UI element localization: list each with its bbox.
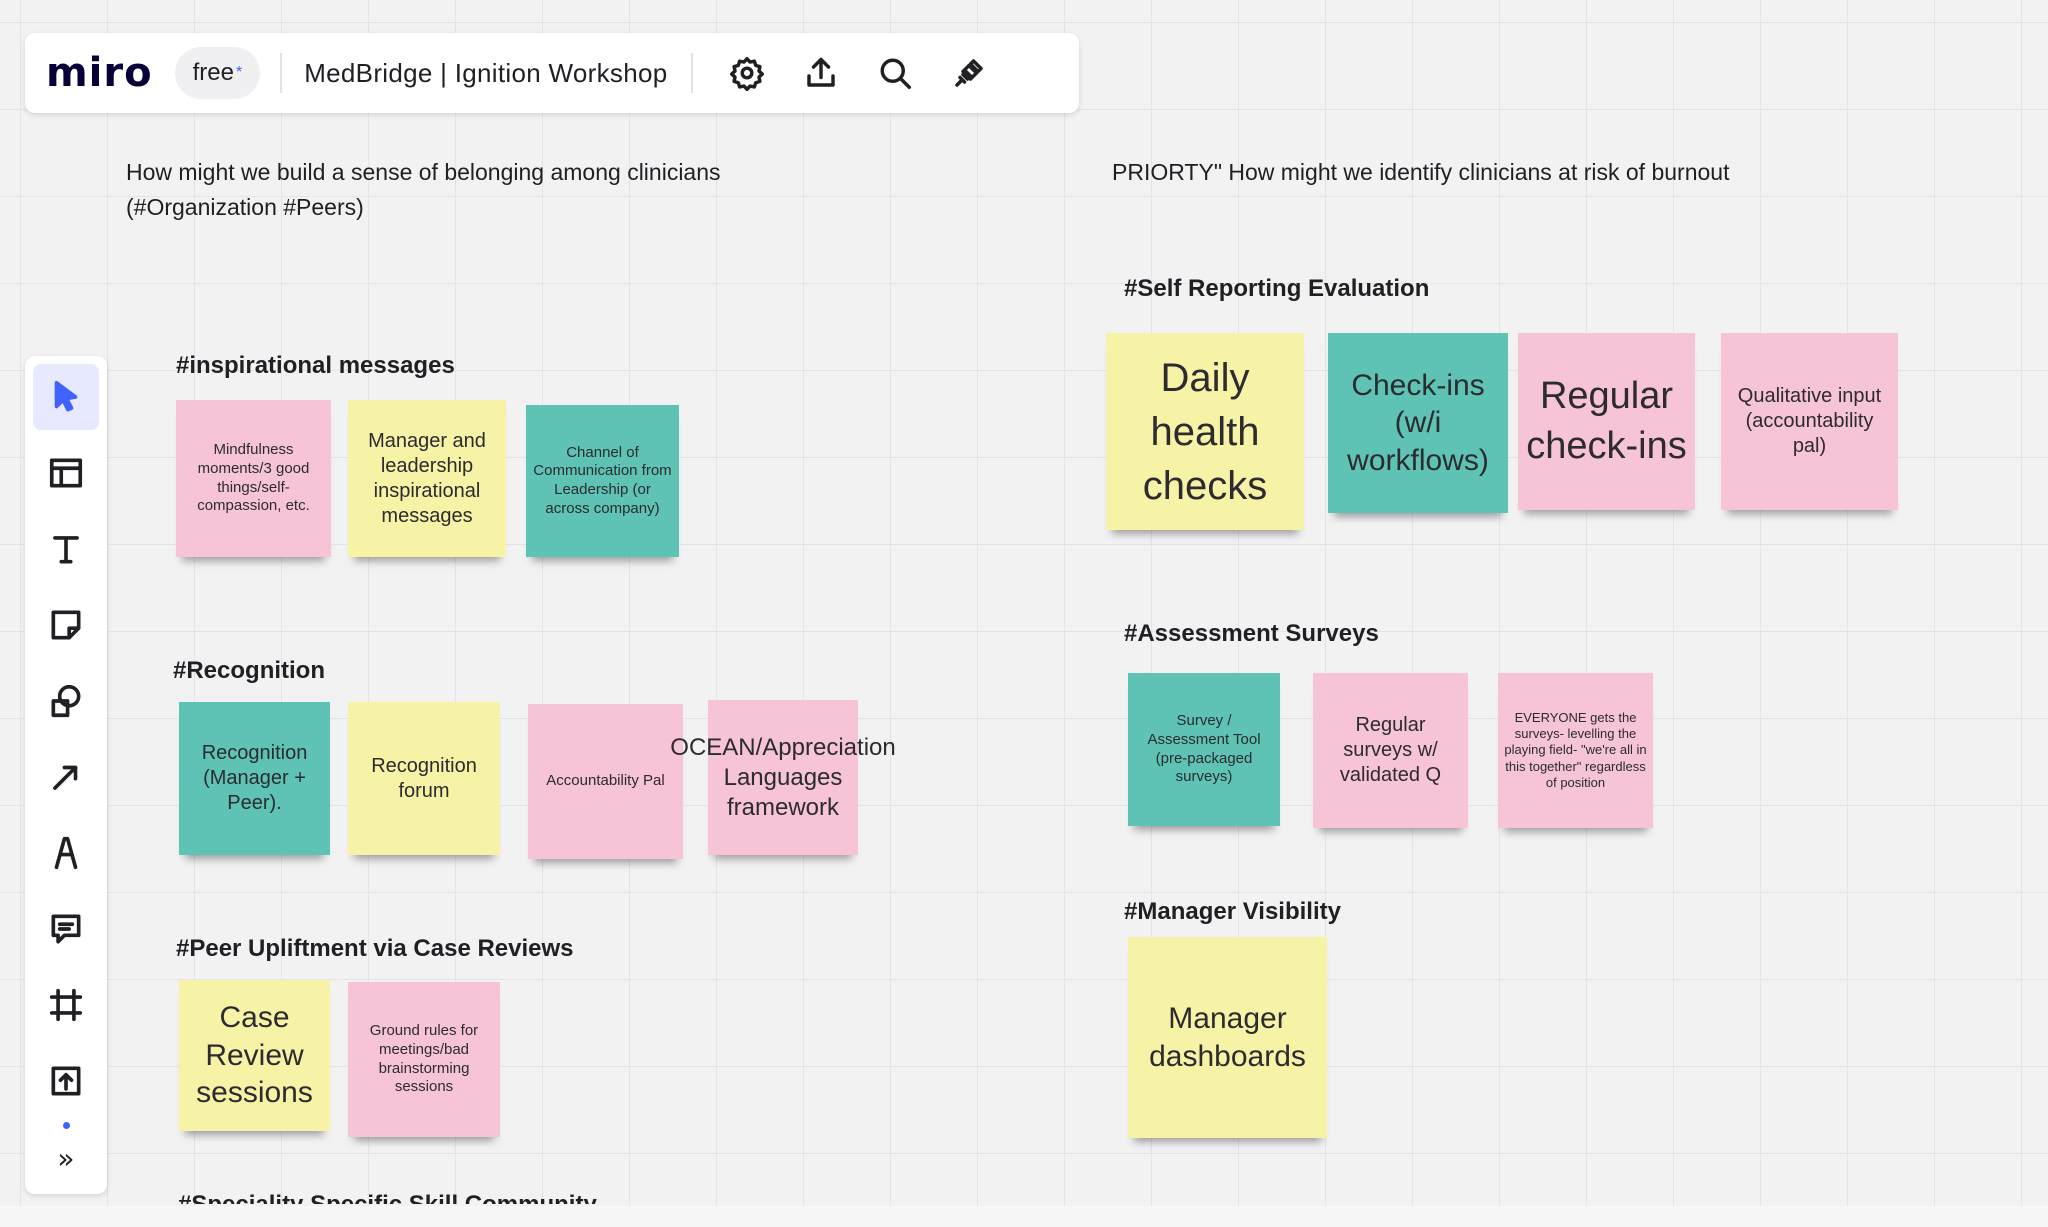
miro-logo[interactable]: miro	[46, 50, 153, 96]
sticky-note[interactable]: Daily health checks	[1106, 333, 1304, 530]
top-toolbar: miro free * MedBridge | Ignition Workshop	[25, 33, 1079, 113]
sticky-note[interactable]: Recognition forum	[348, 702, 500, 855]
upload-icon	[807, 57, 836, 87]
share-export-button[interactable]	[789, 41, 853, 105]
connection-line-tool[interactable]	[33, 744, 99, 810]
comment-tool[interactable]	[33, 896, 99, 962]
frame-tool[interactable]	[33, 972, 99, 1038]
right-question[interactable]: PRIORTY" How might we identify clinician…	[1112, 155, 1729, 190]
settings-button[interactable]	[715, 41, 779, 105]
sticky-note[interactable]: Recognition (Manager + Peer).	[179, 702, 330, 855]
sticky-note[interactable]: Manager and leadership inspirational mes…	[348, 400, 506, 557]
sticky-note[interactable]: Manager dashboards	[1128, 937, 1327, 1138]
sticky-note[interactable]: Accountability Pal	[528, 704, 683, 859]
pen-tool[interactable]	[33, 820, 99, 886]
notification-dot	[63, 1122, 70, 1129]
text-icon	[53, 536, 79, 564]
section-heading[interactable]: #Assessment Surveys	[1124, 620, 1379, 648]
section-heading[interactable]: #Manager Visibility	[1124, 898, 1341, 926]
sticky-note[interactable]: Survey / Assessment Tool (pre-packaged s…	[1128, 673, 1280, 826]
plan-badge[interactable]: free *	[174, 47, 261, 99]
upload-tool[interactable]	[33, 1048, 99, 1114]
select-arrow-icon	[54, 380, 78, 412]
toolbar-divider	[691, 53, 694, 93]
left-question-line2[interactable]: (#Organization #Peers)	[126, 190, 364, 225]
section-heading[interactable]: #Self Reporting Evaluation	[1124, 275, 1429, 303]
templates-tool[interactable]	[33, 440, 99, 506]
comment-icon	[51, 914, 81, 944]
sticky-note-icon	[51, 610, 81, 640]
sticky-note-tool[interactable]	[33, 592, 99, 658]
left-question-line1[interactable]: How might we build a sense of belonging …	[126, 155, 721, 190]
select-tool[interactable]	[33, 364, 99, 430]
more-tools-button[interactable]: »	[33, 1138, 99, 1178]
plug-icon	[955, 59, 984, 87]
sticky-note[interactable]: Regular surveys w/ validated Q	[1313, 673, 1468, 828]
sticky-note[interactable]: Regular check-ins	[1518, 333, 1695, 510]
sticky-note[interactable]: Ground rules for meetings/bad brainstorm…	[348, 982, 500, 1137]
sticky-note[interactable]: Channel of Communication from Leadership…	[526, 405, 679, 557]
connection-line-icon	[53, 765, 78, 790]
plan-badge-label: free	[192, 59, 234, 86]
board-title[interactable]: MedBridge | Ignition Workshop	[304, 58, 667, 89]
section-heading-partial[interactable]: #Speciality Specific Skill Community	[178, 1187, 597, 1204]
upload-tool-icon	[51, 1066, 81, 1096]
apps-integrations-button[interactable]	[937, 41, 1001, 105]
tool-rail: »	[25, 356, 107, 1194]
toolbar-divider	[280, 53, 283, 93]
section-heading[interactable]: #Peer Upliftment via Case Reviews	[176, 935, 574, 963]
shapes-icon	[51, 684, 81, 718]
sticky-note[interactable]: Case Review sessions	[179, 980, 330, 1131]
board-bottom-edge	[0, 1206, 2048, 1227]
templates-icon	[49, 458, 83, 488]
search-icon	[881, 58, 912, 89]
text-tool[interactable]	[33, 516, 99, 582]
sticky-note[interactable]: Check-ins (w/i workflows)	[1328, 333, 1508, 513]
search-button[interactable]	[863, 41, 927, 105]
section-heading[interactable]: #inspirational messages	[176, 352, 455, 380]
pen-icon	[54, 836, 78, 870]
gear-icon	[730, 57, 765, 91]
section-heading[interactable]: #Recognition	[173, 657, 325, 685]
sticky-note[interactable]: EVERYONE gets the surveys- levelling the…	[1498, 673, 1653, 828]
shapes-tool[interactable]	[33, 668, 99, 734]
plan-badge-mark: *	[235, 64, 243, 81]
sticky-note[interactable]: OCEAN/Appreciation Languages framework	[670, 700, 896, 855]
sticky-note[interactable]: Qualitative input (accountability pal)	[1721, 333, 1898, 510]
frame-icon	[49, 988, 83, 1022]
sticky-note[interactable]: Mindfulness moments/3 good things/self-c…	[176, 400, 331, 557]
